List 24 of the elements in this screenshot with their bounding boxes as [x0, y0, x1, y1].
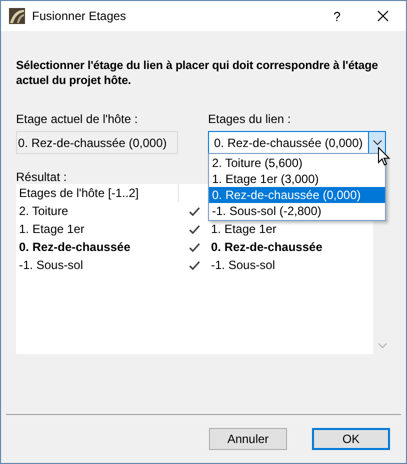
- help-button[interactable]: ?: [314, 1, 360, 31]
- app-icon: [9, 8, 25, 24]
- table-cell-text: 1. Etage 1er: [18, 222, 86, 236]
- close-icon: [377, 10, 389, 22]
- dropdown-option[interactable]: 1. Etage 1er (3,000): [209, 171, 385, 187]
- link-story-label: Etages du lien :: [208, 112, 291, 126]
- table-cell-text: 2. Toiture: [18, 204, 70, 218]
- ok-button[interactable]: OK: [312, 428, 390, 450]
- host-story-field: 0. Rez-de-chaussée (0,000): [16, 131, 178, 154]
- link-story-dropdown[interactable]: 0. Rez-de-chaussée (0,000): [208, 131, 386, 154]
- table-cell-text: -1. Sous-sol: [18, 258, 84, 272]
- dropdown-option[interactable]: 0. Rez-de-chaussée (0,000): [209, 187, 385, 203]
- chevron-down-icon: [372, 140, 382, 146]
- result-label: Résultat :: [16, 170, 67, 184]
- table-cell-text: 0. Rez-de-chaussée: [18, 240, 132, 254]
- cancel-button[interactable]: Annuler: [209, 428, 287, 450]
- instruction-text: Sélectionner l'étage du lien à placer qui doit correspondre à l'étage actuel du projet hôte.: [16, 58, 379, 88]
- table-cell: 0. Rez-de-chaussée: [211, 240, 322, 254]
- dropdown-option[interactable]: -1. Sous-sol (-2,800): [209, 203, 385, 219]
- table-cell: 1. Etage 1er: [211, 222, 276, 236]
- host-story-label: Etage actuel de l'hôte :: [16, 112, 138, 126]
- window-title: Fusionner Etages: [32, 9, 126, 23]
- column-header: Etages de l'hôte [-1..2]: [19, 184, 179, 202]
- table-cell: -1. Sous-sol: [211, 258, 276, 272]
